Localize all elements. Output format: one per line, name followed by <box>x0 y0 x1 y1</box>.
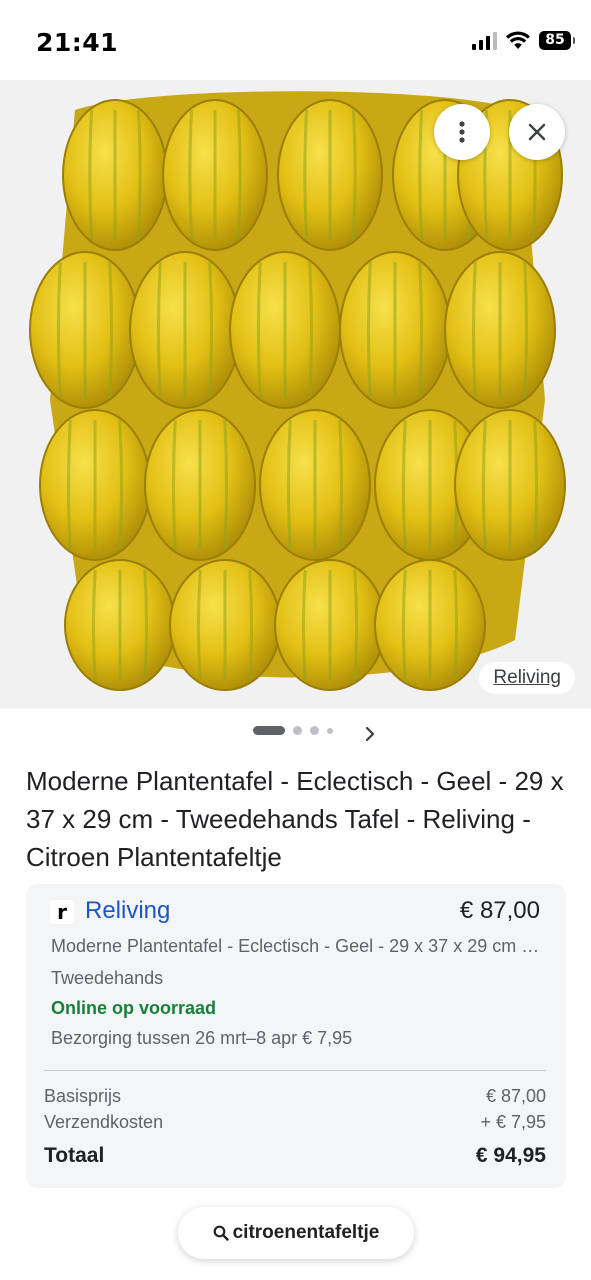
total-row: Totaal € 94,95 <box>44 1144 546 1168</box>
offer-condition: Tweedehands <box>51 968 164 988</box>
status-bar: 21:41 85 <box>0 0 591 80</box>
close-icon <box>528 123 546 141</box>
product-image-viewer[interactable]: Reliving <box>0 80 591 709</box>
next-image-button[interactable] <box>360 722 380 746</box>
merchant-link[interactable]: Reliving <box>85 897 170 925</box>
divider <box>44 1070 546 1071</box>
more-options-button[interactable] <box>434 104 490 160</box>
product-title: Moderne Plantentafel - Eclectisch - Geel… <box>26 766 564 872</box>
stock-status: Online op voorraad <box>51 998 217 1018</box>
total-label: Totaal <box>44 1144 105 1167</box>
offer-card[interactable]: r Reliving € 87,00 Moderne Plantentafel … <box>26 884 566 1188</box>
image-pager <box>253 726 333 735</box>
wifi-icon <box>506 30 530 49</box>
search-query-button[interactable]: citroenentafeltje <box>178 1207 414 1259</box>
signal-icon <box>472 30 497 50</box>
product-image <box>29 91 566 691</box>
offer-price: € 87,00 <box>459 897 540 924</box>
status-time: 21:41 <box>36 28 119 57</box>
search-icon <box>213 1225 229 1241</box>
merchant-logo: r <box>50 900 74 924</box>
shipping-value: + € 7,95 <box>480 1112 546 1132</box>
offer-description: Moderne Plantentafel - Eclectisch - Geel… <box>51 936 541 956</box>
pager-dot[interactable] <box>310 726 319 735</box>
battery-icon: 85 <box>539 30 575 50</box>
base-price-value: € 87,00 <box>485 1086 546 1106</box>
total-value: € 94,95 <box>475 1144 546 1167</box>
delivery-info: Bezorging tussen 26 mrt–8 apr € 7,95 <box>51 1028 353 1048</box>
shipping-row: Verzendkosten + € 7,95 <box>44 1112 546 1133</box>
status-icons: 85 <box>472 30 575 50</box>
base-price-row: Basisprijs € 87,00 <box>44 1086 546 1107</box>
base-price-label: Basisprijs <box>44 1086 122 1106</box>
image-source-link[interactable]: Reliving <box>479 662 575 694</box>
more-vert-icon <box>459 121 465 143</box>
close-button[interactable] <box>509 104 565 160</box>
pager-dot[interactable] <box>327 727 333 734</box>
search-query-text: citroenentafeltje <box>232 1222 380 1243</box>
pager-dot[interactable] <box>293 726 302 735</box>
chevron-right-icon <box>365 726 375 742</box>
pager-dot-active[interactable] <box>253 726 285 735</box>
shipping-label: Verzendkosten <box>44 1112 164 1132</box>
battery-level: 85 <box>545 32 565 48</box>
